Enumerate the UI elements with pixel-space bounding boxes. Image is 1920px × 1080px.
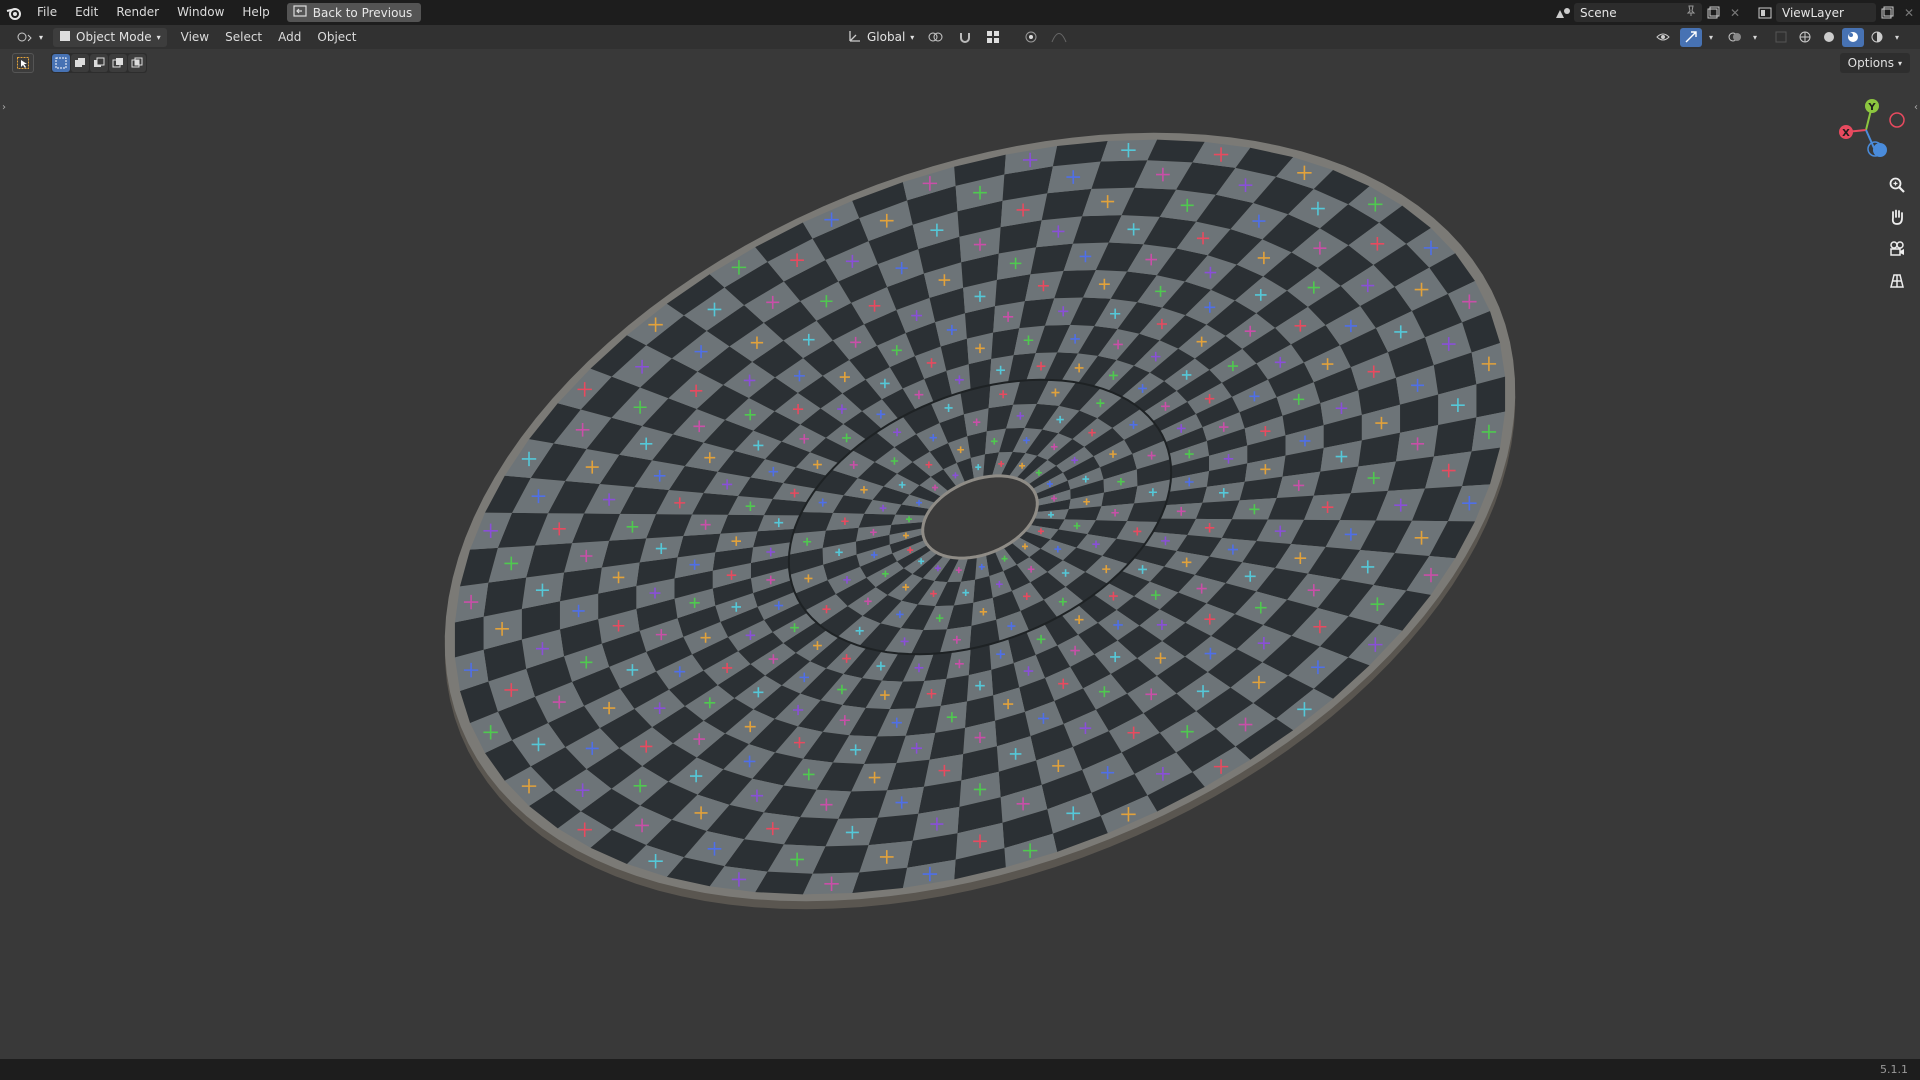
material-shading-icon[interactable] [1842, 27, 1864, 47]
delete-viewlayer-icon[interactable]: ✕ [1898, 3, 1920, 22]
menu-help[interactable]: Help [233, 0, 278, 25]
viewlayer-name: ViewLayer [1782, 5, 1844, 20]
back-to-previous-label: Back to Previous [312, 5, 413, 20]
new-scene-icon[interactable] [1702, 3, 1724, 22]
back-arrow-icon [293, 5, 307, 20]
blender-logo-icon[interactable] [0, 0, 28, 25]
snap-target-icon[interactable] [978, 28, 1008, 47]
gizmo-y-label: Y [1867, 102, 1876, 113]
camera-icon[interactable] [1884, 236, 1910, 262]
menu-file[interactable]: File [28, 0, 66, 25]
menu-add[interactable]: Add [270, 30, 309, 44]
tool-settings-row [12, 53, 147, 73]
menu-edit[interactable]: Edit [66, 0, 107, 25]
viewlayer-type-icon[interactable] [1754, 3, 1776, 22]
status-bar: 5.1.1 [0, 1059, 1920, 1080]
mode-dropdown[interactable]: Object Mode ▾ [53, 27, 167, 47]
select-new-icon[interactable] [52, 54, 70, 72]
select-intersect-icon[interactable] [128, 54, 146, 72]
viewport-header: ▾ Object Mode ▾ View Select Add Object G… [0, 25, 1920, 49]
version-label: 5.1.1 [1880, 1063, 1908, 1076]
selection-mode-group [51, 53, 147, 73]
3d-viewport[interactable] [0, 49, 1920, 1059]
menu-view[interactable]: View [173, 30, 217, 44]
select-tool-icon[interactable] [12, 53, 34, 73]
select-extend-icon[interactable] [71, 54, 89, 72]
viewlayer-selector[interactable]: ViewLayer [1776, 3, 1876, 22]
overlays-icon[interactable] [1724, 28, 1746, 47]
overlays-chevron-icon[interactable]: ▾ [1748, 28, 1762, 47]
sidebar-expand-icon[interactable]: ‹ [1914, 102, 1918, 113]
toolbar-expand-icon[interactable]: › [2, 102, 6, 113]
back-to-previous-button[interactable]: Back to Previous [286, 3, 422, 22]
navigation-gizmo[interactable]: Y X [1826, 92, 1906, 168]
scene-selector[interactable]: Scene [1574, 3, 1702, 22]
mode-label: Object Mode [76, 30, 152, 44]
new-viewlayer-icon[interactable] [1876, 3, 1898, 22]
select-invert-icon[interactable] [109, 54, 127, 72]
pin-icon[interactable] [1686, 5, 1696, 20]
orientation-label: Global [867, 30, 906, 44]
select-subtract-icon[interactable] [90, 54, 108, 72]
menu-select[interactable]: Select [217, 30, 270, 44]
chevron-down-icon: ▾ [39, 32, 44, 42]
snap-icon[interactable] [954, 28, 976, 47]
orientation-icon [848, 29, 862, 46]
shading-chevron-icon[interactable]: ▾ [1890, 28, 1904, 47]
grid-icon[interactable] [1884, 268, 1910, 294]
scene-type-icon[interactable] [1552, 3, 1574, 22]
transform-orientation-dropdown[interactable]: Global ▾ [842, 28, 920, 47]
chevron-down-icon: ▾ [1897, 58, 1902, 68]
top-bar: File Edit Render Window Help Back to Pre… [0, 0, 1920, 25]
menu-render[interactable]: Render [107, 0, 168, 25]
hand-icon[interactable] [1884, 204, 1910, 230]
gizmo-options-chevron-icon[interactable]: ▾ [1704, 28, 1718, 47]
object-mode-icon [59, 30, 71, 45]
scene-name: Scene [1580, 5, 1617, 20]
options-dropdown[interactable]: Options ▾ [1839, 53, 1910, 73]
visibility-icon[interactable] [1648, 28, 1678, 47]
disc-mesh [444, 132, 1516, 910]
zoom-icon[interactable] [1884, 172, 1910, 198]
options-label: Options [1847, 56, 1894, 70]
chevron-down-icon: ▾ [156, 32, 161, 42]
chevron-down-icon: ▾ [910, 32, 915, 42]
xray-icon[interactable] [1770, 28, 1792, 47]
falloff-icon[interactable] [1044, 28, 1074, 47]
rendered-shading-icon[interactable] [1866, 28, 1888, 47]
menu-object[interactable]: Object [309, 30, 364, 44]
delete-scene-icon[interactable]: ✕ [1724, 3, 1746, 22]
wireframe-shading-icon[interactable] [1794, 28, 1816, 47]
viewport-nav-controls [1884, 172, 1910, 294]
gizmo-x-label: X [1842, 128, 1850, 139]
editor-type-dropdown[interactable]: ▾ [10, 28, 49, 47]
solid-shading-icon[interactable] [1818, 28, 1840, 47]
proportional-edit-icon[interactable] [1020, 28, 1042, 47]
pivot-point-icon[interactable] [922, 28, 952, 47]
menu-window[interactable]: Window [168, 0, 233, 25]
show-gizmo-icon[interactable] [1680, 27, 1702, 47]
